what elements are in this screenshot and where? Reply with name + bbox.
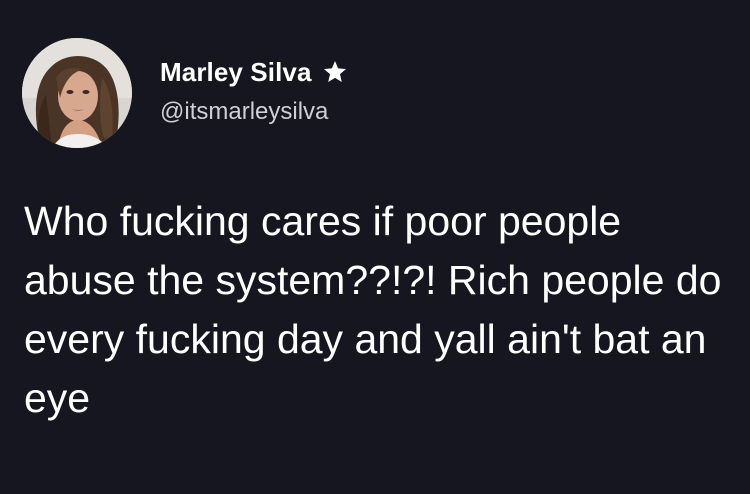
tweet-header: Marley Silva @itsmarleysilva — [22, 38, 728, 148]
avatar-photo — [22, 38, 132, 148]
user-info: Marley Silva @itsmarleysilva — [160, 57, 348, 126]
tweet-card: Marley Silva @itsmarleysilva Who fucking… — [0, 0, 750, 494]
star-icon — [322, 59, 348, 85]
user-handle[interactable]: @itsmarleysilva — [160, 98, 348, 126]
tweet-text: Who fucking cares if poor people abuse t… — [24, 198, 722, 421]
name-row: Marley Silva — [160, 57, 348, 88]
avatar[interactable] — [22, 38, 132, 148]
display-name[interactable]: Marley Silva — [160, 57, 312, 88]
